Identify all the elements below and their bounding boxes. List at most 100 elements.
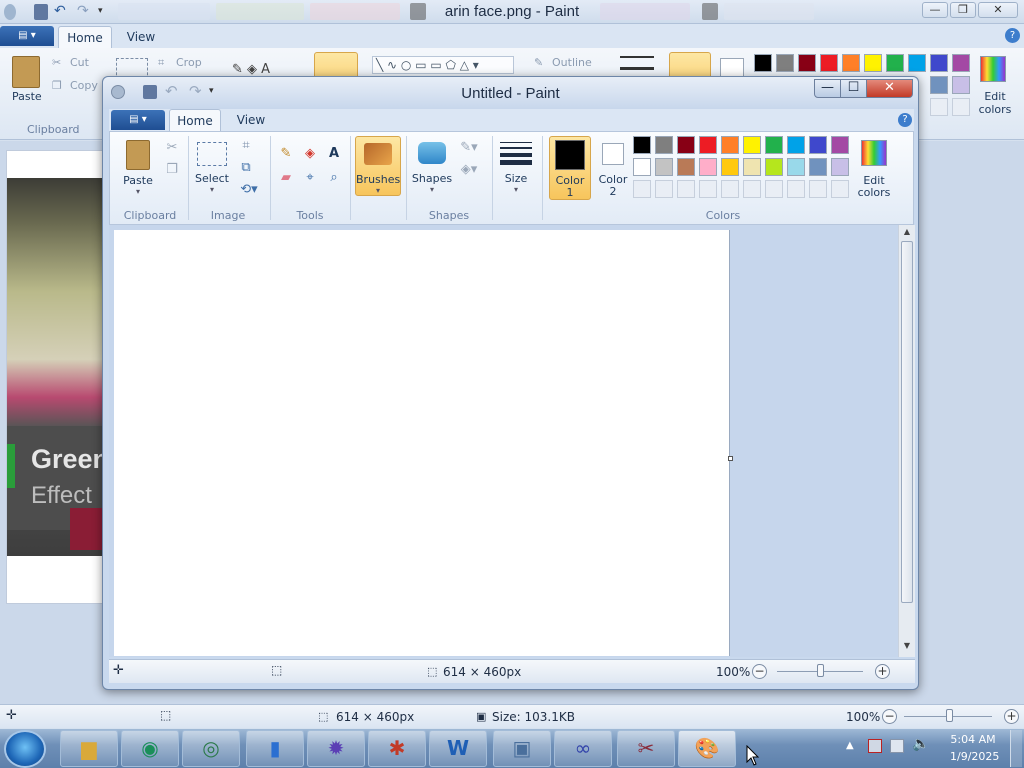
help-icon[interactable]: ?	[1005, 28, 1020, 43]
palette-swatch[interactable]	[787, 158, 805, 176]
palette-swatch[interactable]	[655, 136, 673, 154]
tab-view[interactable]: View	[114, 26, 168, 48]
custom-color-slot[interactable]	[743, 180, 761, 198]
cut-label[interactable]: Cut	[70, 56, 89, 69]
palette-swatch[interactable]	[721, 136, 739, 154]
color1-button[interactable]: Color 1	[549, 136, 591, 200]
paste-icon[interactable]	[12, 56, 40, 88]
shapes-gallery[interactable]: ╲ ∿ ○ ▭ ▭ ⬠ △ ▾	[372, 56, 514, 74]
palette-swatch[interactable]	[831, 136, 849, 154]
crop-label[interactable]: Crop	[176, 56, 202, 69]
shapes-button[interactable]: Shapes ▾	[410, 136, 454, 196]
resize-icon[interactable]: ⧉	[236, 158, 256, 178]
app-taskbar-icon[interactable]: ∞	[554, 730, 612, 767]
vertical-scrollbar[interactable]: ▲ ▼	[898, 225, 915, 657]
canvas-resize-handle-right[interactable]	[728, 456, 733, 461]
word-taskbar-icon[interactable]: W	[429, 730, 487, 767]
magnifier-icon[interactable]: ⌕	[324, 168, 344, 188]
scroll-down-icon[interactable]: ▼	[901, 641, 913, 653]
app-taskbar-icon[interactable]: ▣	[493, 730, 551, 767]
zoom-out-button[interactable]: −	[882, 709, 897, 724]
action-center-icon[interactable]	[890, 739, 904, 753]
zoom-in-button[interactable]: +	[1004, 709, 1019, 724]
drawing-canvas[interactable]	[114, 230, 730, 656]
browser-taskbar-icon[interactable]: ◎	[182, 730, 240, 767]
custom-color-slot[interactable]	[787, 180, 805, 198]
minimize-button[interactable]: —	[814, 79, 841, 98]
maximize-button[interactable]: ☐	[841, 79, 867, 98]
paste-button[interactable]: Paste ▾	[116, 136, 160, 196]
cut-icon[interactable]: ✂	[162, 138, 182, 158]
palette-swatch[interactable]	[699, 158, 717, 176]
palette-swatch[interactable]	[699, 136, 717, 154]
fill-shape-icon[interactable]: ◈▾	[456, 160, 482, 180]
palette-swatch[interactable]	[831, 158, 849, 176]
app-taskbar-icon[interactable]: ✹	[307, 730, 365, 767]
color-picker-icon[interactable]: ⌖	[300, 168, 320, 188]
custom-color-slot[interactable]	[765, 180, 783, 198]
zoom-slider-thumb[interactable]	[946, 709, 953, 722]
file-menu-button[interactable]: ▤ ▾	[0, 26, 54, 46]
show-desktop-button[interactable]	[1010, 730, 1022, 767]
network-error-icon[interactable]	[868, 739, 882, 753]
usb-taskbar-icon[interactable]: ▮	[246, 730, 304, 767]
zoom-slider-thumb[interactable]	[817, 664, 824, 677]
zoom-in-button[interactable]: +	[875, 664, 890, 679]
help-icon[interactable]: ?	[898, 113, 912, 127]
restore-button[interactable]: ❐	[950, 2, 976, 18]
edit-colors-icon[interactable]	[980, 56, 1006, 82]
title-bar[interactable]: ↶ ↷ ▾ Untitled - Paint — ☐ ✕	[103, 77, 918, 109]
paint-taskbar-icon[interactable]: 🎨	[678, 730, 736, 767]
custom-color-slot[interactable]	[633, 180, 651, 198]
outline-label[interactable]: Outline	[552, 56, 592, 69]
fill-icon[interactable]: ◈	[300, 144, 320, 164]
edit-colors-button[interactable]: Edit colors	[854, 136, 894, 200]
edit-colors-label[interactable]: Edit colors	[978, 90, 1012, 116]
palette-swatch[interactable]	[743, 158, 761, 176]
palette-swatch[interactable]	[743, 136, 761, 154]
custom-color-slot[interactable]	[809, 180, 827, 198]
background-title-bar[interactable]: ↶ ↷ ▾ arin face.png - Paint — ❐ ✕	[0, 0, 1024, 24]
crop-icon[interactable]: ⌗	[236, 136, 256, 156]
close-button[interactable]: ✕	[978, 2, 1018, 18]
copy-label[interactable]: Copy	[70, 79, 98, 92]
palette-swatch[interactable]	[765, 158, 783, 176]
palette-swatch[interactable]	[787, 136, 805, 154]
explorer-taskbar-icon[interactable]: ▆	[60, 730, 118, 767]
custom-color-slot[interactable]	[655, 180, 673, 198]
palette-swatch[interactable]	[655, 158, 673, 176]
color2-button[interactable]: Color 2	[595, 136, 631, 200]
rotate-icon[interactable]: ⟲▾	[236, 180, 262, 200]
tab-home[interactable]: Home	[58, 26, 112, 48]
snipping-taskbar-icon[interactable]: ✂	[617, 730, 675, 767]
copy-icon[interactable]: ❐	[162, 160, 182, 180]
zoom-out-button[interactable]: −	[752, 664, 767, 679]
custom-color-slot[interactable]	[699, 180, 717, 198]
app-taskbar-icon[interactable]: ✱	[368, 730, 426, 767]
clock-time[interactable]: 5:04 AM	[950, 733, 996, 746]
file-menu-button[interactable]: ▤ ▾	[111, 110, 165, 130]
pencil-icon[interactable]: ✎	[276, 144, 296, 164]
clock-date[interactable]: 1/9/2025	[950, 750, 999, 763]
brushes-button[interactable]: Brushes ▾	[355, 136, 401, 196]
palette-swatch[interactable]	[721, 158, 739, 176]
show-hidden-icons[interactable]: ▲	[846, 740, 854, 751]
palette-swatch[interactable]	[677, 136, 695, 154]
volume-icon[interactable]: 🔈	[912, 736, 929, 752]
color-palette[interactable]	[633, 136, 855, 202]
eraser-icon[interactable]: ▰	[276, 168, 296, 188]
palette-swatch[interactable]	[809, 136, 827, 154]
scroll-thumb[interactable]	[901, 241, 913, 603]
close-button[interactable]: ✕	[867, 79, 913, 98]
custom-color-slot[interactable]	[721, 180, 739, 198]
scroll-up-icon[interactable]: ▲	[901, 227, 913, 239]
app-taskbar-icon[interactable]: ◉	[121, 730, 179, 767]
palette-swatch[interactable]	[677, 158, 695, 176]
paste-label[interactable]: Paste	[12, 90, 42, 103]
custom-color-slot[interactable]	[677, 180, 695, 198]
tab-home[interactable]: Home	[169, 109, 221, 131]
select-button[interactable]: Select ▾	[192, 136, 232, 196]
custom-color-slot[interactable]	[831, 180, 849, 198]
palette-swatch[interactable]	[633, 158, 651, 176]
tab-view[interactable]: View	[225, 109, 277, 131]
